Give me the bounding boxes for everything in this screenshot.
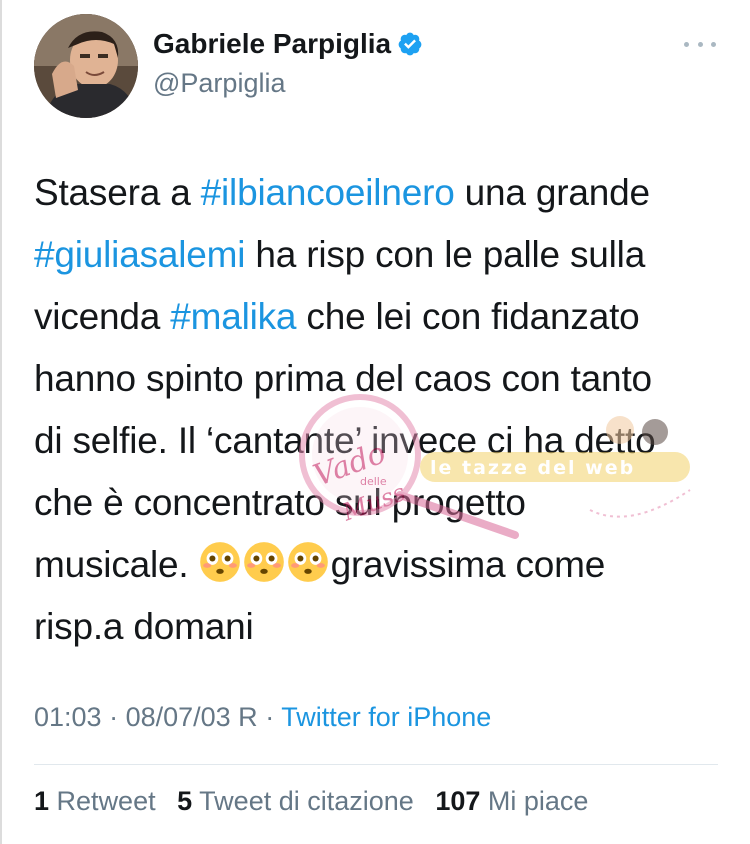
- tweet-text-line: vicenda #malika che lei con fidanzato: [34, 286, 734, 348]
- tweet-text-line: musicale. gravissima come: [34, 534, 734, 596]
- likes-count: 107: [435, 786, 481, 816]
- retweets-stat[interactable]: 1 Retweet: [34, 786, 156, 816]
- avatar[interactable]: [34, 14, 138, 118]
- tweet-text-segment: hanno spinto prima del caos con tanto: [34, 358, 652, 399]
- retweets-label: Retweet: [56, 786, 156, 816]
- screen-edge: [0, 0, 2, 844]
- author-name-text: Gabriele Parpiglia: [153, 28, 392, 59]
- tweet-text-line: di selfie. Il ‘cantante’ invece ci ha de…: [34, 410, 734, 472]
- tweet-text-segment: musicale.: [34, 544, 199, 585]
- tweet-text-segment: Stasera a: [34, 172, 201, 213]
- tweet-card: Gabriele Parpiglia @Parpiglia Stasera a …: [0, 0, 750, 844]
- more-dots-icon[interactable]: [684, 36, 716, 52]
- meta-separator: ·: [101, 702, 126, 732]
- likes-label: Mi piace: [487, 786, 589, 816]
- flushed-face-emoji: [243, 540, 285, 582]
- quote-tweets-stat[interactable]: 5 Tweet di citazione: [177, 786, 414, 816]
- hashtag-link[interactable]: #ilbiancoeilnero: [201, 172, 455, 213]
- tweet-text-line: che è concentrato sul progetto: [34, 472, 734, 534]
- tweet-text-segment: che è concentrato sul progetto: [34, 482, 526, 523]
- dot: [711, 41, 716, 47]
- quotes-count: 5: [177, 786, 193, 816]
- tweet-text-segment: una grande: [454, 172, 650, 213]
- tweet-text-line: risp.a domani: [34, 596, 734, 658]
- author-handle[interactable]: @Parpiglia: [153, 68, 285, 99]
- quotes-label: Tweet di citazione: [199, 786, 414, 816]
- tweet-source-link[interactable]: Twitter for iPhone: [281, 702, 491, 732]
- verified-badge-icon: [398, 32, 422, 56]
- tweet-text-line: #giuliasalemi ha risp con le palle sulla: [34, 224, 734, 286]
- author-name[interactable]: Gabriele Parpiglia: [153, 28, 423, 60]
- meta-separator: ·: [257, 702, 282, 732]
- tweet-text-segment: risp.a domani: [34, 606, 254, 647]
- flushed-face-emoji: [287, 540, 329, 582]
- tweet-meta: 01:03 · 08/07/03 R · Twitter for iPhone: [34, 702, 491, 733]
- hashtag-link[interactable]: #giuliasalemi: [34, 234, 245, 275]
- hashtag-link[interactable]: #malika: [170, 296, 296, 337]
- dot: [697, 41, 703, 47]
- tweet-text-line: Stasera a #ilbiancoeilnero una grande: [34, 162, 734, 224]
- likes-stat[interactable]: 107 Mi piace: [435, 786, 588, 816]
- tweet-text-segment: di selfie. Il ‘cantante’ invece ci ha de…: [34, 420, 656, 461]
- tweet-text-segment: ha risp con le palle sulla: [245, 234, 646, 275]
- tweet-text-segment: vicenda: [34, 296, 171, 337]
- tweet-text-segment: gravissima come: [330, 544, 606, 585]
- tweet-time: 01:03: [34, 702, 102, 732]
- tweet-date: 08/07/03 R: [125, 702, 258, 732]
- dot: [684, 41, 689, 47]
- tweet-stats: 1 Retweet 5 Tweet di citazione 107 Mi pi…: [34, 786, 602, 817]
- flushed-face-emoji: [199, 540, 241, 582]
- tweet-text: Stasera a #ilbiancoeilnero una grande #gi…: [34, 162, 734, 658]
- divider: [34, 764, 718, 765]
- tweet-text-segment: che lei con fidanzato: [296, 296, 640, 337]
- retweets-count: 1: [34, 786, 50, 816]
- tweet-text-line: hanno spinto prima del caos con tanto: [34, 348, 734, 410]
